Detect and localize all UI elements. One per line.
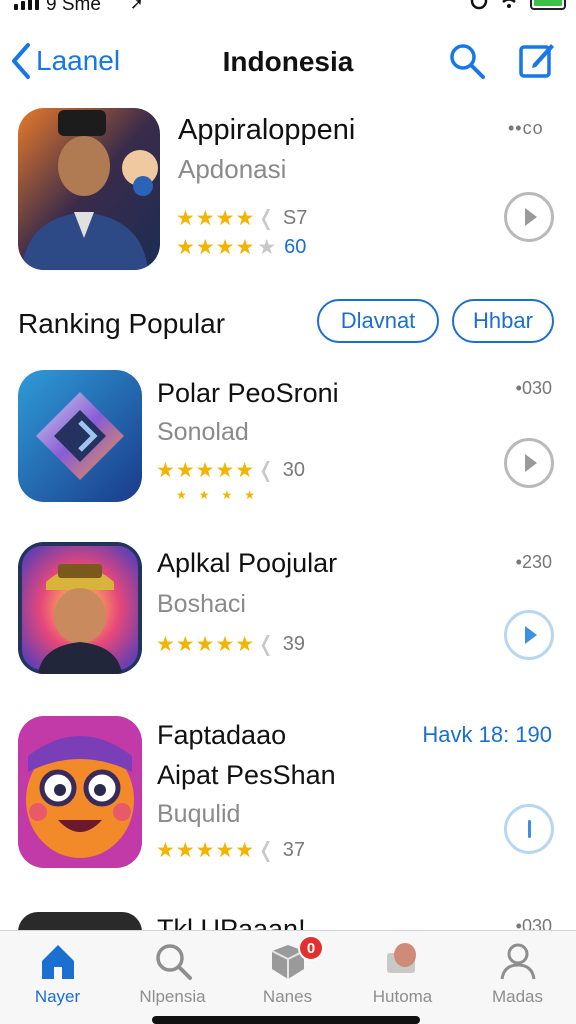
rating-count: 39 xyxy=(282,633,305,655)
play-button[interactable] xyxy=(504,438,554,488)
navigation-bar: Laanel Indonesia xyxy=(0,40,576,86)
list-item[interactable]: Faptadaao Aipat PesShan Buqulid ★★★★★ ❬ 3… xyxy=(0,716,576,870)
tab-bar: Nayer Nlpensia 0 Nanes Hutoma Madas xyxy=(0,930,576,1024)
cartoon-face-app-icon[interactable] xyxy=(18,716,142,868)
back-label: Laanel xyxy=(36,45,121,76)
half-star-icon: ❬ xyxy=(257,839,275,862)
half-star-icon: ❬ xyxy=(257,459,275,482)
stars-icon: ★★★★ xyxy=(176,236,256,259)
app-subtitle: Buqulid xyxy=(157,800,241,828)
tab-pin[interactable]: Hutoma xyxy=(345,941,460,1007)
pin-icon xyxy=(386,943,416,973)
pause-icon xyxy=(527,820,531,838)
play-button[interactable] xyxy=(504,192,554,242)
search-icon[interactable] xyxy=(448,42,486,80)
play-icon xyxy=(525,626,537,644)
rank-label: •230 xyxy=(515,552,552,572)
tab-home[interactable]: Nayer xyxy=(0,941,115,1007)
rating-count: S7 xyxy=(282,207,308,229)
half-star-icon: ★ xyxy=(257,236,277,259)
back-button[interactable]: Laanel xyxy=(10,42,120,80)
diamond-logo-app-icon[interactable] xyxy=(18,370,142,502)
home-icon xyxy=(41,945,74,979)
app-name: Tkl UPaaan! xyxy=(157,914,306,930)
search-icon xyxy=(155,944,192,980)
wifi-icon xyxy=(502,0,516,8)
play-icon xyxy=(525,208,537,226)
app-icon[interactable] xyxy=(18,912,142,930)
star-rating: ★★★★★ ❬ 37 xyxy=(156,838,305,863)
app-subtitle: Boshaci xyxy=(157,590,246,618)
tab-label: Nlpensia xyxy=(139,987,206,1006)
list-item[interactable]: Polar PeoSroni Sonolad ★★★★★ ❬ 30 ★★★★ •0… xyxy=(0,370,576,510)
list-item[interactable]: Tkl UPaaan! •030 xyxy=(0,910,576,930)
filter-pill-2[interactable]: Hhbar xyxy=(452,299,554,343)
person-icon xyxy=(500,943,535,980)
tab-box[interactable]: 0 Nanes xyxy=(230,935,345,1007)
star-rating: ★★★★ ❬ S7 xyxy=(176,206,307,231)
featured-app[interactable]: Appiraloppeni Apdonasi ★★★★ ❬ S7 ★★★★ ★ 60… xyxy=(0,108,576,273)
alarm-icon xyxy=(470,0,488,10)
star-rating: ★★★★★ ❬ 39 xyxy=(156,632,305,657)
rating-count: 37 xyxy=(282,839,305,861)
compose-icon[interactable] xyxy=(518,40,556,80)
half-star-icon: ❬ xyxy=(257,633,275,656)
stars-icon: ★★★★★ xyxy=(156,839,256,862)
app-name-line2: Aipat PesShan xyxy=(157,760,336,790)
filter-pill-1[interactable]: Dlavnat xyxy=(317,299,439,343)
carrier-label: 9 Sme xyxy=(46,0,101,15)
app-subtitle: Sonolad xyxy=(157,418,249,446)
more-options[interactable]: ••co xyxy=(508,118,544,139)
stars-icon: ★★★★★ xyxy=(156,459,256,482)
rating-count: 60 xyxy=(284,236,307,258)
tab-search[interactable]: Nlpensia xyxy=(115,941,230,1007)
rank-label: Havk 18: 190 xyxy=(422,722,552,747)
notification-badge: 0 xyxy=(298,935,324,961)
portrait-man-app-icon[interactable] xyxy=(18,108,160,270)
tab-label: Nayer xyxy=(34,987,81,1006)
signal-icon xyxy=(14,0,39,10)
play-button[interactable] xyxy=(504,610,554,660)
app-name: Faptadaao xyxy=(157,720,287,750)
featured-app-name: Appiraloppeni xyxy=(178,114,356,146)
cap-boy-app-icon[interactable] xyxy=(18,542,142,674)
stars-icon: ★★★★ xyxy=(176,207,256,230)
tiny-stars-icon: ★★★★ xyxy=(176,488,268,502)
tab-label: Nanes xyxy=(262,987,313,1006)
star-rating: ★★★★ ★ 60 xyxy=(176,235,306,260)
tab-profile[interactable]: Madas xyxy=(460,941,575,1007)
status-bar: 9 Sme ➚ xyxy=(0,0,576,20)
battery-icon xyxy=(530,0,566,10)
half-star-icon: ❬ xyxy=(257,207,275,230)
tab-label: Hutoma xyxy=(372,987,433,1006)
pause-button[interactable] xyxy=(504,804,554,854)
featured-app-subtitle: Apdonasi xyxy=(178,154,287,184)
app-name: Aplkal Poojular xyxy=(157,548,338,578)
rank-label: •030 xyxy=(515,378,552,398)
star-rating: ★★★★★ ❬ 30 xyxy=(156,458,305,483)
rank-label: •030 xyxy=(515,916,552,930)
play-icon xyxy=(525,454,537,472)
list-item[interactable]: Aplkal Poojular Boshaci ★★★★★ ❬ 39 •230 xyxy=(0,542,576,682)
location-arrow-icon: ➚ xyxy=(130,0,144,13)
section-title: Ranking Popular xyxy=(18,308,226,339)
rating-count: 30 xyxy=(282,459,305,481)
stars-icon: ★★★★★ xyxy=(156,633,256,656)
home-indicator[interactable] xyxy=(152,1016,420,1024)
tab-label: Madas xyxy=(491,987,544,1006)
app-name: Polar PeoSroni xyxy=(157,378,339,408)
chevron-left-icon xyxy=(12,43,30,79)
